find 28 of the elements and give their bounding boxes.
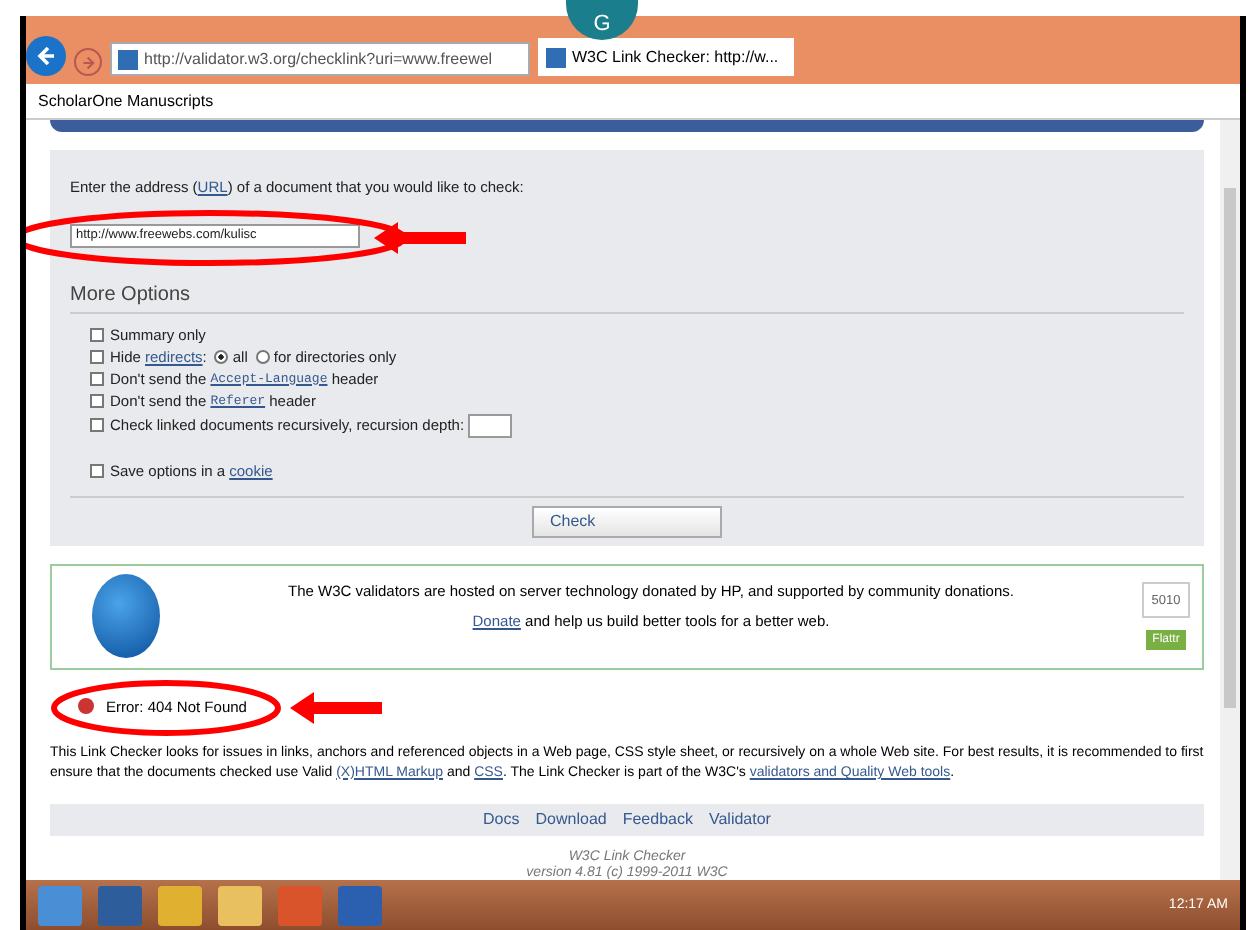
bookmark-link[interactable]: ScholarOne Manuscripts: [38, 92, 214, 110]
footer-link[interactable]: Docs: [483, 810, 520, 829]
checkbox[interactable]: [90, 349, 104, 364]
pointer-arrow: [290, 691, 382, 724]
depth-input-field[interactable]: [468, 413, 513, 438]
logo-icon: [92, 574, 160, 659]
scrollbar[interactable]: [1220, 120, 1240, 880]
error-icon: [78, 698, 94, 715]
check-button[interactable]: Check: [532, 505, 722, 538]
taskbar-app-icon[interactable]: [218, 885, 262, 925]
circle-badge: G: [566, 0, 638, 40]
checkbox[interactable]: [90, 393, 104, 408]
footer-link[interactable]: Download: [535, 810, 607, 829]
radio-button[interactable]: [255, 349, 270, 364]
footer-link[interactable]: Validator: [708, 810, 771, 829]
checkbox[interactable]: [90, 371, 104, 386]
checkbox[interactable]: [90, 327, 104, 342]
checkbox[interactable]: [90, 463, 104, 478]
pointer-arrow: [374, 221, 466, 254]
footer-link[interactable]: Feedback: [622, 810, 693, 829]
section-heading: More Options: [70, 283, 1184, 314]
checkbox[interactable]: [90, 418, 104, 433]
address-bar[interactable]: http://validator.w3.org/checklink?uri=www.freewel: [110, 42, 530, 76]
forward-arrow-icon: [81, 55, 95, 69]
back-button[interactable]: [26, 36, 66, 76]
radio-button[interactable]: [214, 349, 229, 364]
browser-tab[interactable]: W3C Link Checker: http://w...: [538, 38, 794, 76]
back-arrow-icon: [36, 46, 56, 66]
